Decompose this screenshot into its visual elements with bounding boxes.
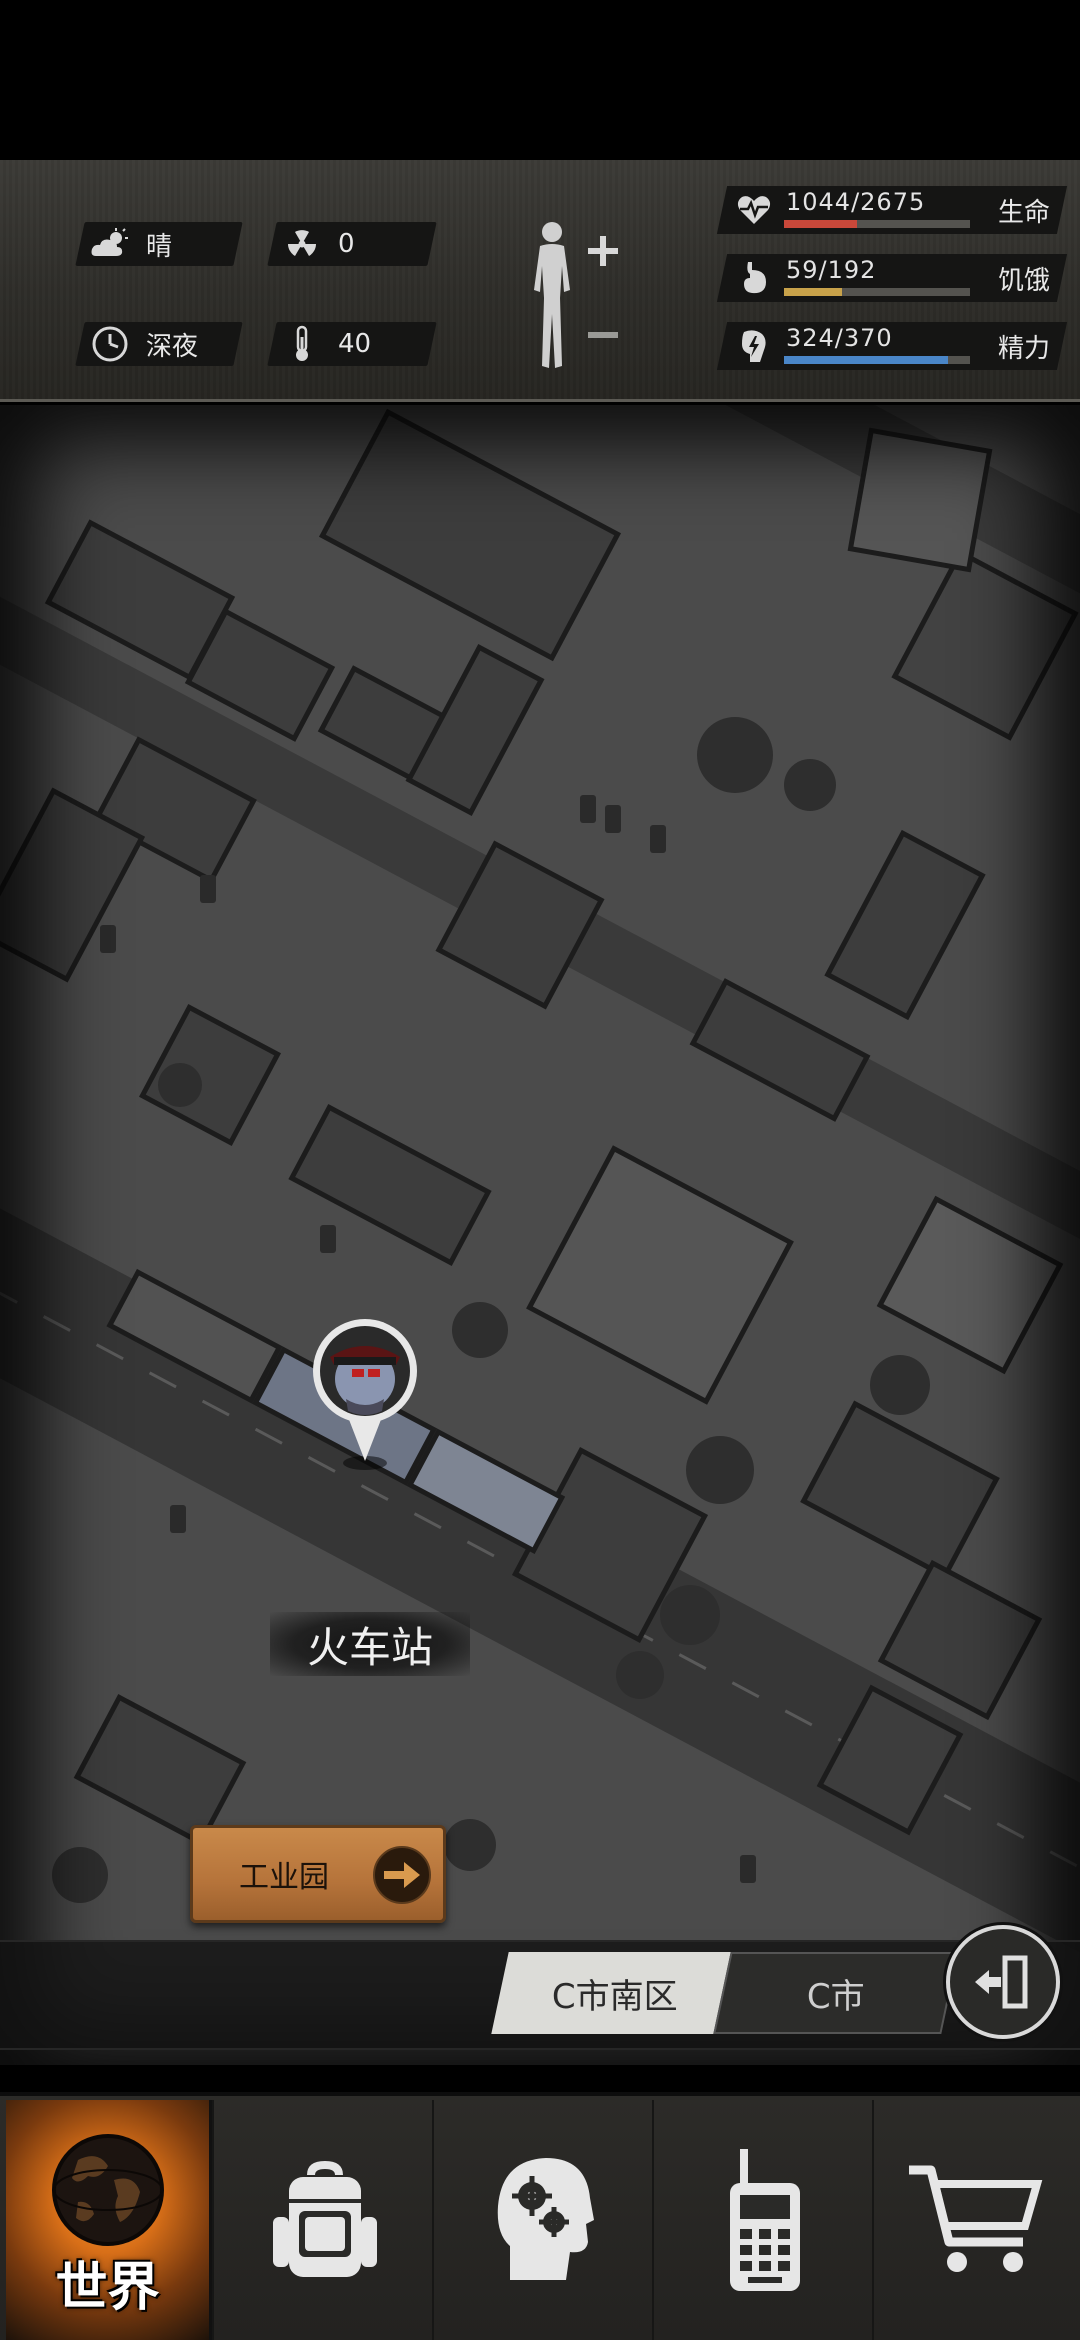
exit-button[interactable] <box>946 1925 1060 2039</box>
breadcrumb-city[interactable]: C市 <box>713 1952 959 2034</box>
hunger-label: 饥饿 <box>997 266 1050 296</box>
breadcrumb-city-label: C市 <box>807 1976 865 2017</box>
skills-tab[interactable] <box>442 2100 648 2340</box>
temperature-chip: 40 <box>267 322 437 366</box>
temperature-value: 40 <box>338 329 372 359</box>
health-label: 生命 <box>997 198 1050 228</box>
backpack-tab[interactable] <box>222 2100 428 2340</box>
globe-icon <box>51 2134 164 2246</box>
heartbeat-icon <box>737 196 771 224</box>
travel-to-industrial-park-button[interactable]: 工业园 <box>190 1825 446 1923</box>
travel-destination-label: 工业园 <box>239 1860 329 1895</box>
time-chip: 深夜 <box>75 322 243 366</box>
energy-label: 精力 <box>997 334 1050 364</box>
shop-tab[interactable] <box>872 2100 1078 2340</box>
weather-value: 晴 <box>146 231 173 262</box>
breadcrumb-district[interactable]: C市南区 <box>491 1952 739 2034</box>
world-tab[interactable]: 世界 <box>6 2100 212 2340</box>
radiation-value: 0 <box>338 229 355 259</box>
thermometer-icon <box>280 322 324 366</box>
hunger-value: 59/192 <box>786 256 877 284</box>
energy-bar <box>784 356 970 364</box>
shopping-cart-icon <box>909 2165 1043 2272</box>
hunger-bar-fill <box>784 288 842 296</box>
radio-tab[interactable] <box>662 2100 868 2340</box>
human-body-icon <box>534 222 618 368</box>
world-map[interactable] <box>0 405 1080 2065</box>
energy-value: 324/370 <box>786 324 893 352</box>
stomach-icon <box>744 262 766 294</box>
walkie-talkie-icon <box>730 2149 800 2291</box>
cloud-sun-icon <box>88 222 132 266</box>
energy-icon <box>742 330 766 362</box>
energy-stat: 324/370 精力 <box>716 322 1068 370</box>
hunger-stat: 59/192 饥饿 <box>716 254 1068 302</box>
health-value: 1044/2675 <box>786 188 926 216</box>
breadcrumb-district-label: C市南区 <box>552 1976 678 2017</box>
health-bar <box>784 220 970 228</box>
exit-door-icon <box>975 1955 1028 2009</box>
radiation-chip: 0 <box>267 222 437 266</box>
backpack-icon <box>273 2161 377 2277</box>
head-gears-icon <box>497 2158 594 2280</box>
hunger-bar <box>784 288 970 296</box>
player-avatar-pin-icon <box>313 1319 417 1470</box>
body-status-button[interactable] <box>520 218 630 378</box>
player-location-marker[interactable] <box>310 1313 420 1473</box>
arrow-right-icon <box>373 1846 431 1904</box>
health-bar-fill <box>784 220 857 228</box>
map-terrain <box>0 405 1080 2065</box>
weather-chip: 晴 <box>75 222 243 266</box>
world-tab-label: 世界 <box>55 2258 160 2318</box>
location-name-label: 火车站 <box>270 1612 470 1676</box>
time-of-day-value: 深夜 <box>146 331 199 362</box>
energy-bar-fill <box>784 356 948 364</box>
clock-icon <box>88 322 132 366</box>
radiation-icon <box>280 222 324 266</box>
health-stat: 1044/2675 生命 <box>716 186 1068 234</box>
